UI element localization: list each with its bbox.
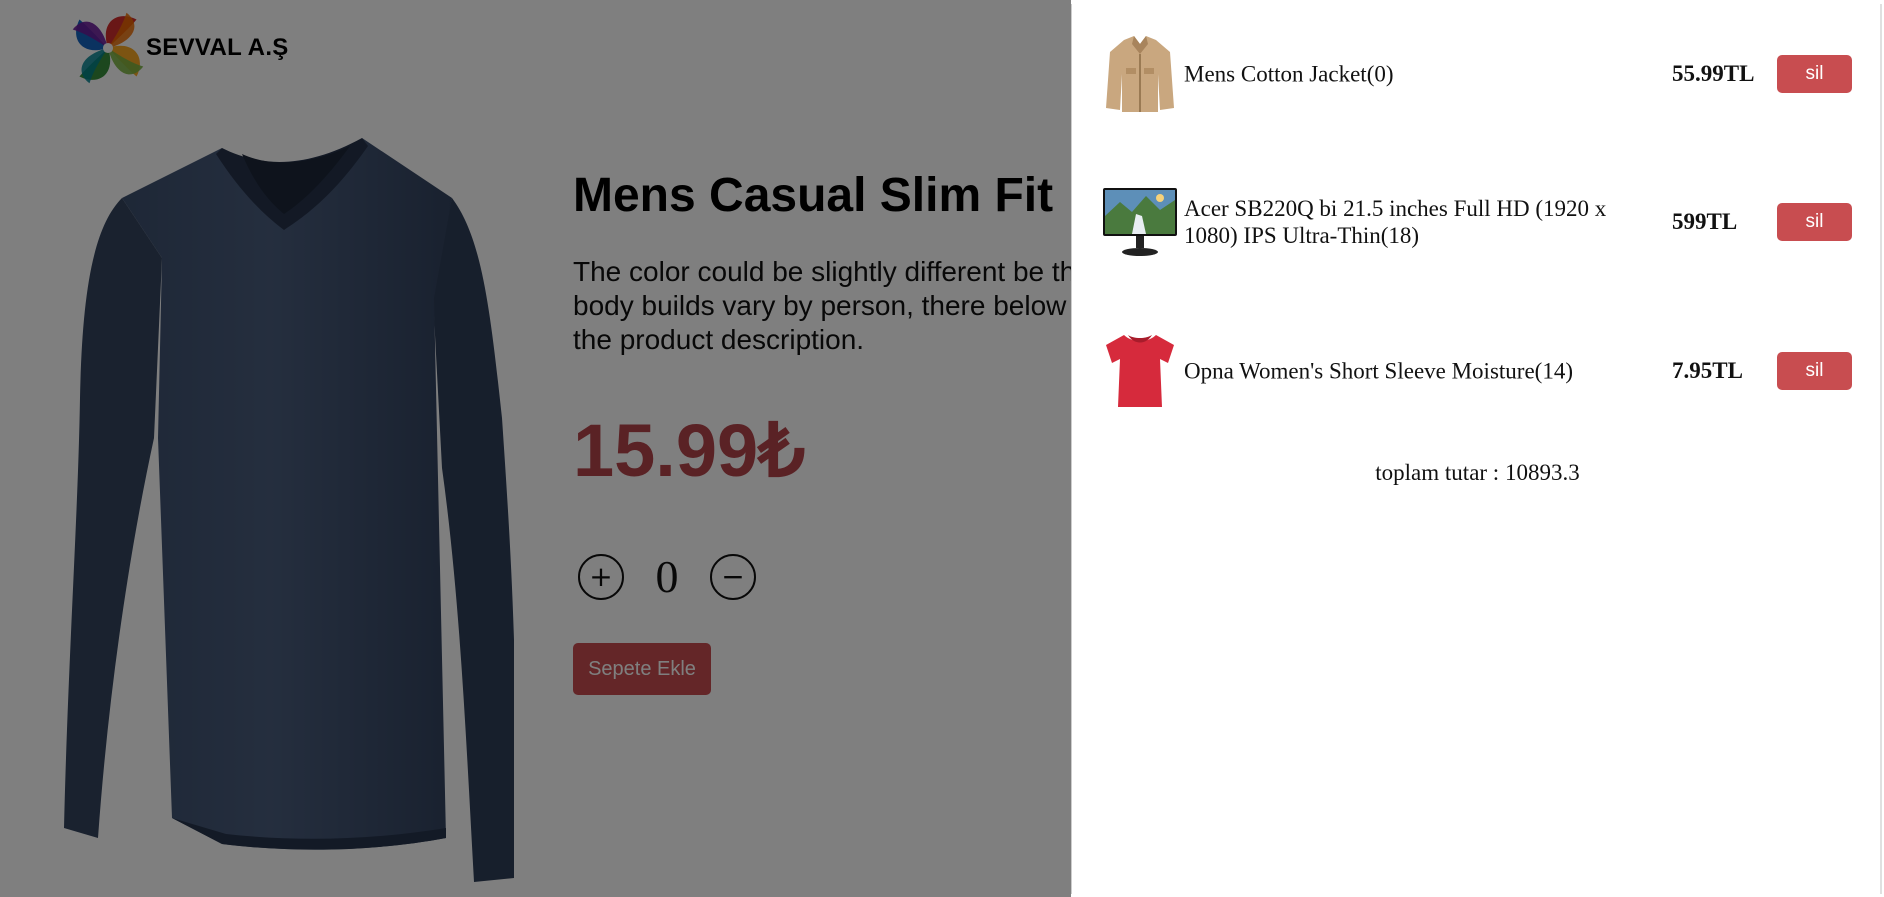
cart-item-price: 599TL [1672,209,1738,234]
remove-item-button[interactable]: sil [1777,352,1852,390]
cart-total-label: toplam tutar : [1375,460,1505,485]
cart-total-value: 10893.3 [1504,460,1580,485]
jacket-thumbnail-icon [1106,36,1174,112]
cart-item-name: Opna Women's Short Sleeve Moisture(14) [1184,358,1573,384]
red-shirt-thumbnail-icon [1106,335,1174,407]
product-page: SEVVAL A.Ş Mens Casual Slim Fit The colo… [0,0,1884,897]
cart-item-price: 55.99TL [1672,61,1755,86]
cart-item-price: 7.95TL [1672,358,1743,383]
cart-item: Opna Women's Short Sleeve Moisture(14) 7… [1102,331,1862,411]
monitor-thumbnail-icon [1103,188,1177,256]
cart-item-name: Acer SB220Q bi 21.5 inches Full HD (1920… [1184,196,1607,248]
cart-total: toplam tutar : 10893.3 [1072,460,1883,486]
remove-item-button[interactable]: sil [1777,55,1852,93]
cart-drawer: Mens Cotton Jacket(0) 55.99TL sil Acer S… [1071,4,1882,894]
cart-item-name: Mens Cotton Jacket(0) [1184,61,1394,87]
cart-item: Mens Cotton Jacket(0) 55.99TL sil [1102,34,1862,114]
cart-backdrop-overlay[interactable] [0,0,1071,897]
cart-item: Acer SB220Q bi 21.5 inches Full HD (1920… [1102,182,1862,262]
remove-item-button[interactable]: sil [1777,203,1852,241]
